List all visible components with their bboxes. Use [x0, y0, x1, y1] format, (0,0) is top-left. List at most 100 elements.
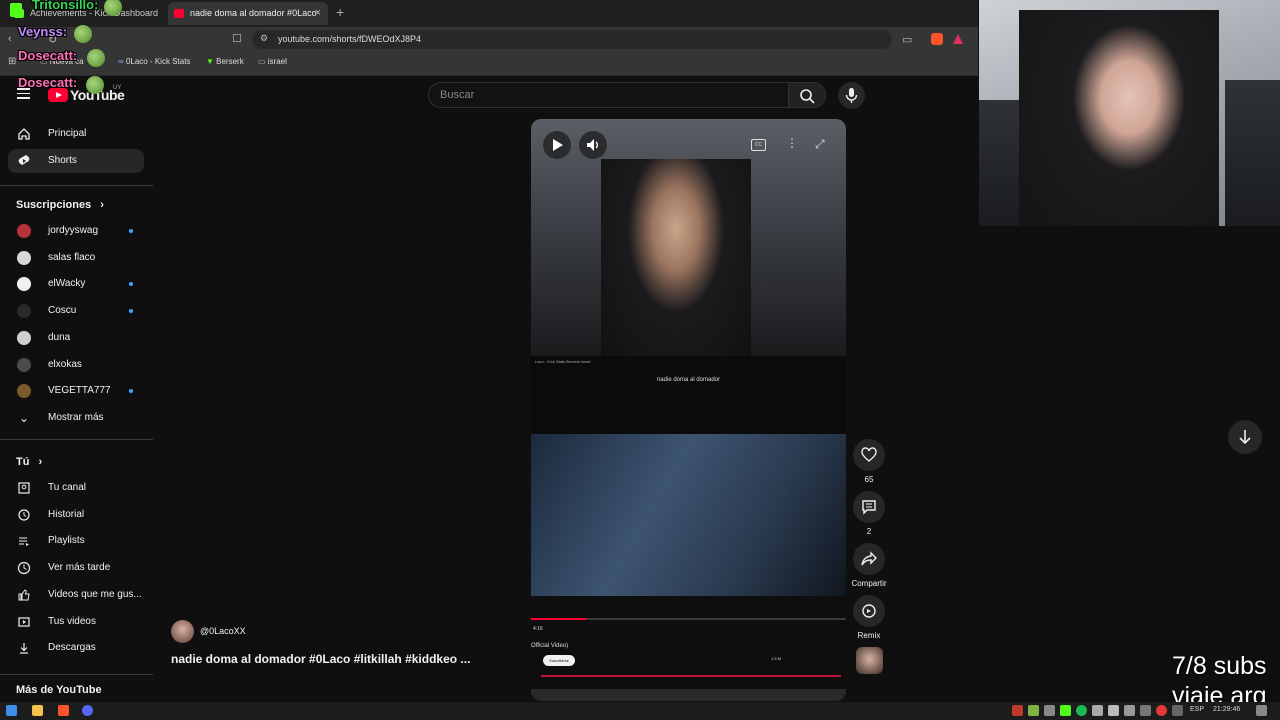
- back-arrow-icon[interactable]: ‹: [8, 33, 12, 45]
- new-content-dot: [129, 229, 133, 233]
- next-short-peek: [531, 689, 846, 701]
- tray-app-icon[interactable]: [1044, 705, 1055, 716]
- brave-rewards-icon[interactable]: [953, 34, 963, 44]
- you-item-label: Descargas: [48, 642, 96, 654]
- tray-app-icon[interactable]: [1092, 705, 1103, 716]
- notifications-icon[interactable]: [1256, 705, 1267, 716]
- next-short-button[interactable]: [1228, 420, 1262, 454]
- subscriptions-header[interactable]: Suscripciones ›: [16, 199, 104, 211]
- windows-start-icon[interactable]: [6, 705, 17, 716]
- site-info-icon[interactable]: ⚙: [260, 33, 268, 44]
- share-button[interactable]: [853, 543, 885, 575]
- subscription-item[interactable]: VEGETTA777: [8, 379, 144, 403]
- channel-avatar: [17, 224, 31, 238]
- subscription-item[interactable]: jordyyswag: [8, 219, 144, 243]
- short-title[interactable]: nadie doma al domador #0Laco #litkillah …: [171, 652, 470, 666]
- spotify-tray-icon[interactable]: [1076, 705, 1087, 716]
- channel-avatar: [17, 304, 31, 319]
- subscription-item[interactable]: elWacky: [8, 272, 144, 296]
- like-count: 65: [864, 475, 874, 484]
- subscription-label: duna: [48, 331, 71, 343]
- play-button[interactable]: [543, 131, 571, 159]
- you-header[interactable]: Tú ›: [16, 456, 42, 468]
- tray-app-icon[interactable]: [1172, 705, 1183, 716]
- you-item-label: Tus videos: [48, 615, 96, 627]
- brave-browser-icon[interactable]: [58, 705, 69, 716]
- like-icon: [18, 589, 30, 601]
- file-explorer-icon[interactable]: [32, 705, 43, 716]
- embedded-browser-frame: [531, 356, 846, 436]
- windows-taskbar: [0, 702, 1280, 720]
- language-indicator[interactable]: ESP: [1190, 706, 1204, 713]
- watch-later-icon: [17, 561, 31, 575]
- streamer-face-image: [601, 159, 751, 359]
- apps-grid-icon[interactable]: ⊞: [8, 56, 16, 67]
- volume-tray-icon[interactable]: [1108, 705, 1119, 716]
- close-tab-icon[interactable]: ×: [315, 2, 321, 25]
- sound-thumbnail[interactable]: [856, 647, 883, 674]
- mute-button[interactable]: [579, 131, 607, 159]
- sidebar-divider: [0, 674, 153, 675]
- you-item-watch-later[interactable]: Ver más tarde: [8, 556, 144, 580]
- inner-progress-fill: [531, 618, 586, 620]
- chat-message: Tritonsillo:: [32, 0, 99, 12]
- remix-button[interactable]: [853, 595, 885, 627]
- tray-app-icon[interactable]: [1028, 705, 1039, 716]
- fullscreen-icon[interactable]: ⤢: [815, 137, 825, 152]
- kickstats-icon: ∞: [118, 57, 126, 66]
- short-video-player[interactable]: Laco - Kick Stats Berserk israel nadie d…: [531, 119, 846, 701]
- subscription-item[interactable]: duna: [8, 326, 144, 350]
- channel-avatar: [17, 250, 31, 265]
- tab-youtube-short[interactable]: nadie doma al domador #0Laco ×: [168, 2, 328, 25]
- menu-icon[interactable]: [17, 88, 30, 102]
- chat-message: Dosecatt:: [18, 75, 78, 90]
- search-button[interactable]: [788, 82, 826, 108]
- you-item-history[interactable]: Historial: [8, 503, 144, 527]
- brave-shield-icon[interactable]: [931, 33, 943, 45]
- you-item-your-videos[interactable]: Tus videos: [8, 610, 144, 634]
- nav-shorts[interactable]: Shorts: [8, 149, 144, 173]
- taskbar-clock[interactable]: 21:29:46: [1213, 706, 1240, 713]
- subscription-item[interactable]: Coscu: [8, 299, 144, 323]
- you-item-channel[interactable]: Tu canal: [8, 476, 144, 500]
- comments-button[interactable]: [853, 491, 885, 523]
- kick-tray-icon[interactable]: [1060, 705, 1071, 716]
- youtube-logo-icon[interactable]: [48, 88, 68, 102]
- you-item-playlists[interactable]: Playlists: [8, 529, 144, 553]
- like-button[interactable]: [853, 439, 885, 471]
- more-options-icon[interactable]: ⋮: [786, 136, 798, 150]
- subscription-label: jordyyswag: [48, 225, 99, 236]
- tray-app-icon[interactable]: [1156, 705, 1167, 716]
- discord-icon[interactable]: [82, 705, 93, 716]
- bookmark-icon[interactable]: ☐: [232, 32, 242, 45]
- your-videos-icon: [18, 616, 30, 627]
- show-more-button[interactable]: ⌄ Mostrar más: [8, 406, 144, 430]
- shorts-icon: [18, 155, 30, 165]
- channel-name[interactable]: @0LacoXX: [200, 626, 246, 636]
- search-input[interactable]: [428, 82, 788, 108]
- voice-search-button[interactable]: [838, 82, 865, 109]
- chat-message: Veynss:: [18, 24, 68, 39]
- nav-principal[interactable]: Principal: [8, 122, 144, 146]
- bookmark-berserk[interactable]: ▼ Berserk: [206, 57, 244, 66]
- url-text[interactable]: youtube.com/shorts/fDWEOdXJ8P4: [278, 34, 421, 44]
- new-tab-button[interactable]: +: [336, 4, 344, 20]
- subscription-item[interactable]: elxokas: [8, 353, 144, 377]
- you-item-download[interactable]: Descargas: [8, 636, 144, 660]
- bookmark-israel[interactable]: ▭ israel: [258, 57, 287, 66]
- cast-icon[interactable]: ▭: [902, 33, 912, 46]
- network-tray-icon[interactable]: [1124, 705, 1135, 716]
- you-item-label: Ver más tarde: [48, 562, 111, 574]
- playlists-icon: [19, 537, 29, 547]
- you-item-label: Playlists: [48, 535, 85, 547]
- captions-icon[interactable]: CC: [751, 139, 766, 151]
- youtube-favicon-icon: [174, 9, 184, 18]
- tray-app-icon[interactable]: [1140, 705, 1151, 716]
- you-item-like[interactable]: Videos que me gus...: [8, 583, 144, 607]
- streamer-webcam: [979, 0, 1280, 226]
- inner-subscribe-button: Suscribirse: [543, 655, 575, 666]
- channel-avatar[interactable]: [171, 620, 194, 643]
- bookmark-kick-stats[interactable]: ∞ 0Laco - Kick Stats: [118, 57, 190, 66]
- subscription-item[interactable]: salas flaco: [8, 246, 144, 270]
- tray-app-icon[interactable]: [1012, 705, 1023, 716]
